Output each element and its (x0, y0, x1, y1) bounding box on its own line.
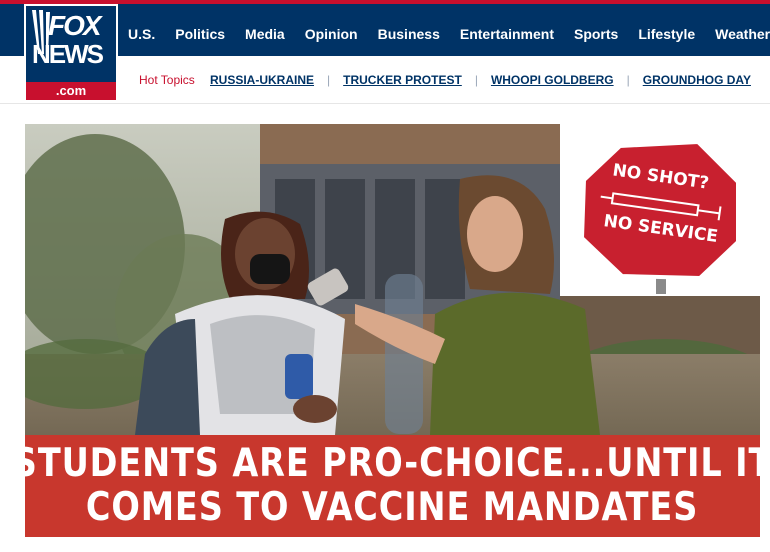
hot-topic-groundhog-day[interactable]: GROUNDHOG DAY (643, 73, 751, 87)
nav-item-entertainment[interactable]: Entertainment (460, 26, 554, 42)
topic-divider: | (474, 73, 478, 87)
logo-news-text: NEWS (32, 39, 104, 69)
topic-divider: | (626, 73, 630, 87)
sign-inset: NO SHOT? NO SERVICE (560, 124, 760, 296)
headline-line-2: COMES TO VACCINE MANDATES (86, 485, 699, 530)
nav-item-opinion[interactable]: Opinion (305, 26, 358, 42)
nav-item-us[interactable]: U.S. (128, 26, 155, 42)
topic-divider: | (327, 73, 331, 87)
logo-fox-text: FOX (48, 10, 102, 41)
hot-topic-whoopi-goldberg[interactable]: WHOOPI GOLDBERG (491, 73, 614, 87)
nav-item-weather[interactable]: Weather (715, 26, 770, 42)
logo-domain-text: .com (26, 82, 116, 100)
fox-news-logo[interactable]: FOX NEWS .com (24, 4, 118, 102)
headline-line-1: STUDENTS ARE PRO-CHOICE...UNTIL IT (25, 441, 760, 486)
hot-topics-list: RUSSIA-UKRAINE | TRUCKER PROTEST | WHOOP… (210, 73, 751, 87)
nav-item-media[interactable]: Media (245, 26, 285, 42)
hot-topic-russia-ukraine[interactable]: RUSSIA-UKRAINE (210, 73, 314, 87)
nav-item-business[interactable]: Business (378, 26, 440, 42)
main-nav: U.S. Politics Media Opinion Business Ent… (128, 8, 770, 60)
hot-topics-label: Hot Topics (139, 73, 195, 87)
headline-banner: STUDENTS ARE PRO-CHOICE...UNTIL IT COMES… (25, 435, 760, 537)
no-shot-no-service-sign: NO SHOT? NO SERVICE (579, 139, 740, 294)
nav-item-lifestyle[interactable]: Lifestyle (638, 26, 695, 42)
hot-topic-trucker-protest[interactable]: TRUCKER PROTEST (343, 73, 462, 87)
hero-video-thumbnail[interactable]: NO SHOT? NO SERVICE STUDENTS ARE PRO-CHO… (25, 124, 760, 537)
nav-item-politics[interactable]: Politics (175, 26, 225, 42)
nav-item-sports[interactable]: Sports (574, 26, 618, 42)
